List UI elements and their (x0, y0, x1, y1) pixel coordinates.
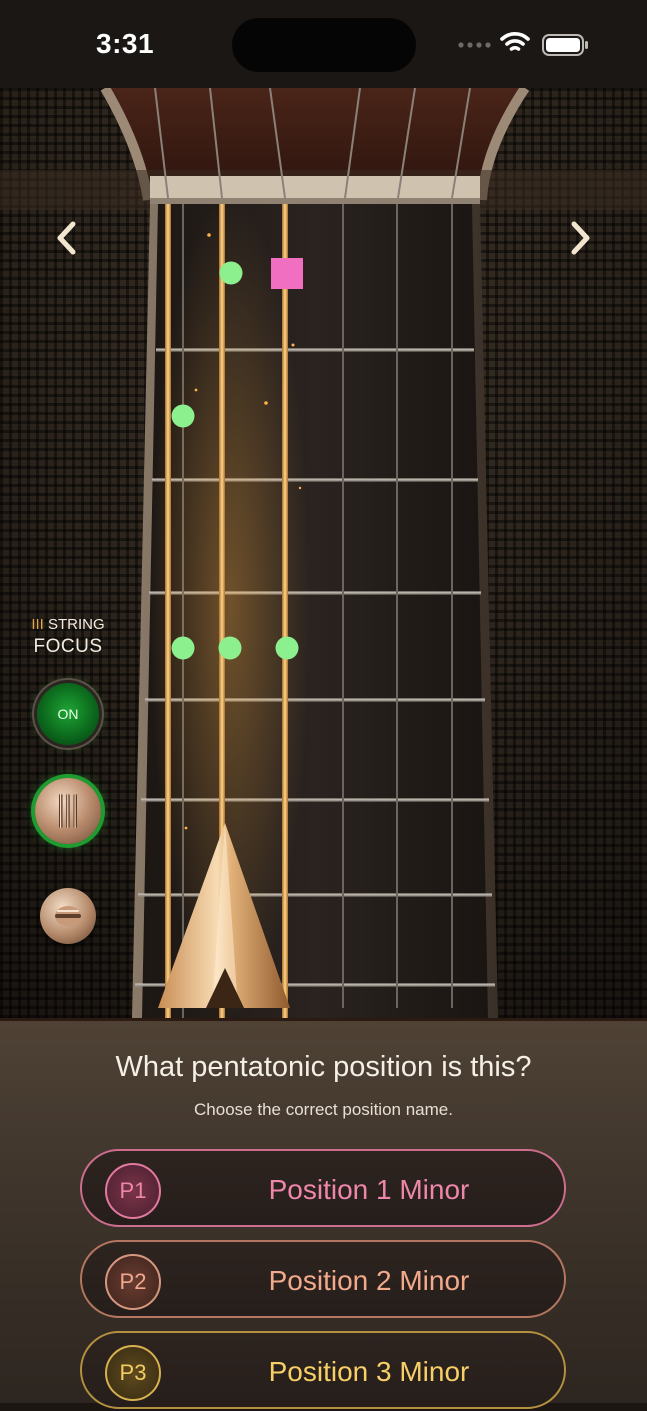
option-position-1-minor[interactable]: P1 Position 1 Minor (80, 1149, 566, 1227)
option-label: Position 1 Minor (268, 1174, 470, 1205)
fretboard-area: III STRING FOCUS ON (0, 88, 647, 1018)
cellular-signal-icon (458, 42, 491, 48)
option-position-2-minor[interactable]: P2 Position 2 Minor (80, 1240, 566, 1318)
option-label: Position 3 Minor (268, 1356, 470, 1387)
option-badge: P1 (105, 1163, 161, 1219)
wifi-icon (500, 32, 530, 51)
pick-mode-button[interactable] (40, 888, 96, 944)
previous-button[interactable] (47, 216, 87, 260)
question-title: What pentatonic position is this? (115, 1051, 532, 1083)
focus-toggle-label: ON (57, 706, 79, 722)
next-button[interactable] (560, 216, 600, 260)
option-position-3-minor[interactable]: P3 Position 3 Minor (80, 1331, 566, 1409)
note-marker (219, 261, 243, 285)
chevron-left-icon (57, 221, 76, 255)
battery-icon (542, 34, 588, 56)
status-bar: 3:31 (0, 0, 647, 88)
status-time: 3:31 (96, 28, 155, 59)
strings-icon (59, 794, 77, 828)
string-focus-label: III STRING FOCUS (18, 614, 118, 658)
option-badge: P2 (105, 1254, 161, 1310)
note-marker (171, 636, 195, 660)
note-marker (171, 404, 195, 428)
string-numeral: III (31, 616, 44, 633)
note-marker (275, 636, 299, 660)
root-note-marker (271, 258, 303, 289)
option-label: Position 2 Minor (268, 1265, 470, 1296)
chevron-right-icon (571, 221, 590, 255)
option-badge: P3 (105, 1345, 161, 1401)
focus-toggle-button[interactable]: ON (37, 683, 99, 745)
pick-icon (55, 906, 81, 926)
dynamic-island (232, 18, 416, 72)
focus-word: FOCUS (33, 636, 103, 657)
fretboard (0, 88, 647, 1018)
strings-mode-button[interactable] (35, 778, 101, 844)
string-word: STRING (48, 616, 105, 633)
note-marker (218, 636, 242, 660)
quiz-panel: What pentatonic position is this? Choose… (0, 1018, 647, 1409)
question-instruction: Choose the correct position name. (194, 1100, 453, 1119)
